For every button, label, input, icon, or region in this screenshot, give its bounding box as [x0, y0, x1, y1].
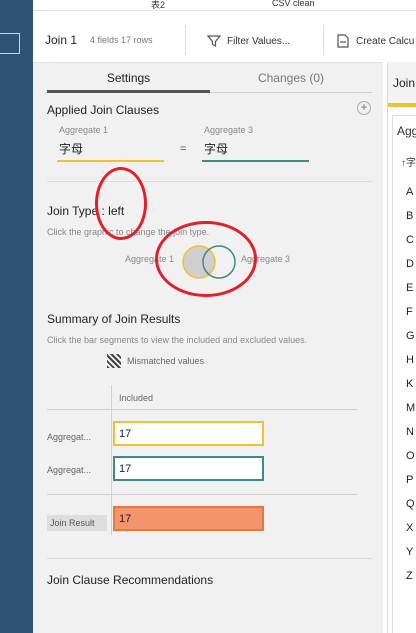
- clause-right-field[interactable]: 字母: [202, 140, 309, 162]
- clause-left-field[interactable]: 字母: [57, 140, 164, 162]
- tab-settings[interactable]: Settings: [47, 69, 210, 93]
- preview-value-item[interactable]: C: [406, 234, 414, 246]
- add-clause-button[interactable]: +: [357, 101, 371, 115]
- annotation-ellipse-venn: [155, 221, 257, 297]
- step-title: Join 1: [45, 33, 78, 47]
- bar-join-result[interactable]: 17: [113, 506, 264, 531]
- sidebar-box[interactable]: [0, 33, 20, 54]
- grid-divider: [111, 385, 112, 535]
- row-label-aggregate-3: Aggregat...: [47, 465, 92, 475]
- preview-value-item[interactable]: M: [406, 402, 415, 414]
- included-column-header: Included: [119, 393, 154, 403]
- preview-field-card: Aggr ↑字 ABCDEFGHKMNOPQXYZ: [392, 115, 416, 633]
- filter-values-label: Filter Values...: [227, 35, 291, 47]
- preview-value-item[interactable]: B: [406, 210, 413, 222]
- preview-value-item[interactable]: O: [406, 450, 415, 462]
- sort-button[interactable]: ↑字: [401, 154, 416, 169]
- node-tab-2[interactable]: CSV clean: [272, 0, 315, 8]
- annotation-ellipse-join-type: [95, 167, 147, 240]
- create-calc-label: Create Calcu: [356, 35, 415, 47]
- preview-value-item[interactable]: Z: [406, 570, 413, 582]
- preview-value-item[interactable]: K: [406, 378, 413, 390]
- tab-changes[interactable]: Changes (0): [210, 69, 372, 93]
- join-result-label: Join Result: [47, 515, 107, 531]
- toolbar-divider: [185, 25, 186, 55]
- legend-label: Mismatched values: [127, 356, 205, 366]
- preview-value-item[interactable]: A: [406, 186, 413, 198]
- preview-value-item[interactable]: H: [406, 354, 414, 366]
- grid-line: [47, 494, 357, 495]
- summary-heading: Summary of Join Results: [47, 312, 181, 326]
- preview-value-item[interactable]: N: [406, 426, 414, 438]
- filter-values-button[interactable]: Filter Values...: [207, 32, 290, 50]
- preview-value-item[interactable]: G: [406, 330, 415, 342]
- preview-value-item[interactable]: F: [406, 306, 413, 318]
- recommendations-heading: Join Clause Recommendations: [47, 573, 214, 587]
- summary-hint: Click the bar segments to view the inclu…: [47, 335, 308, 345]
- hatch-swatch-icon: [107, 354, 121, 368]
- join-preview-panel: Join Aggr ↑字 ABCDEFGHKMNOPQXYZ: [387, 62, 416, 633]
- preview-tab-label: Join: [393, 76, 416, 90]
- create-calc-button[interactable]: Create Calcu: [336, 32, 414, 50]
- left-sidebar-strip: [0, 0, 33, 633]
- top-node-bar: 表2 CSV clean: [33, 0, 416, 11]
- grid-line: [47, 409, 357, 410]
- clause-operator[interactable]: =: [180, 143, 186, 155]
- preview-value-item[interactable]: D: [406, 258, 414, 270]
- divider: [47, 181, 372, 182]
- step-meta: 4 fields 17 rows: [90, 35, 153, 45]
- mismatch-legend: Mismatched values: [107, 354, 204, 368]
- clause-right-label: Aggregate 3: [204, 125, 254, 135]
- preview-field-title: Aggr: [397, 124, 416, 138]
- preview-value-item[interactable]: E: [406, 282, 413, 294]
- row-label-aggregate-1: Aggregat...: [47, 432, 92, 442]
- step-toolbar: Join 1 4 fields 17 rows Filter Values...…: [33, 19, 416, 61]
- join-settings-panel: Settings Changes (0) Applied Join Clause…: [33, 62, 383, 633]
- divider: [47, 558, 372, 559]
- bar-aggregate-3[interactable]: 17: [113, 456, 264, 481]
- preview-tab[interactable]: Join: [388, 62, 416, 107]
- panel-tabs: Settings Changes (0): [47, 69, 372, 93]
- bar-aggregate-1[interactable]: 17: [113, 421, 264, 446]
- clause-left-label: Aggregate 1: [59, 125, 109, 135]
- toolbar-divider-2: [323, 25, 324, 55]
- preview-value-item[interactable]: X: [406, 522, 413, 534]
- calculation-icon: [337, 34, 349, 48]
- node-tab-1[interactable]: 表2: [151, 0, 165, 11]
- preview-value-item[interactable]: Q: [406, 498, 415, 510]
- preview-value-item[interactable]: P: [406, 474, 413, 486]
- applied-clauses-heading: Applied Join Clauses: [47, 103, 160, 117]
- filter-icon: [207, 35, 221, 47]
- preview-value-item[interactable]: Y: [406, 546, 413, 558]
